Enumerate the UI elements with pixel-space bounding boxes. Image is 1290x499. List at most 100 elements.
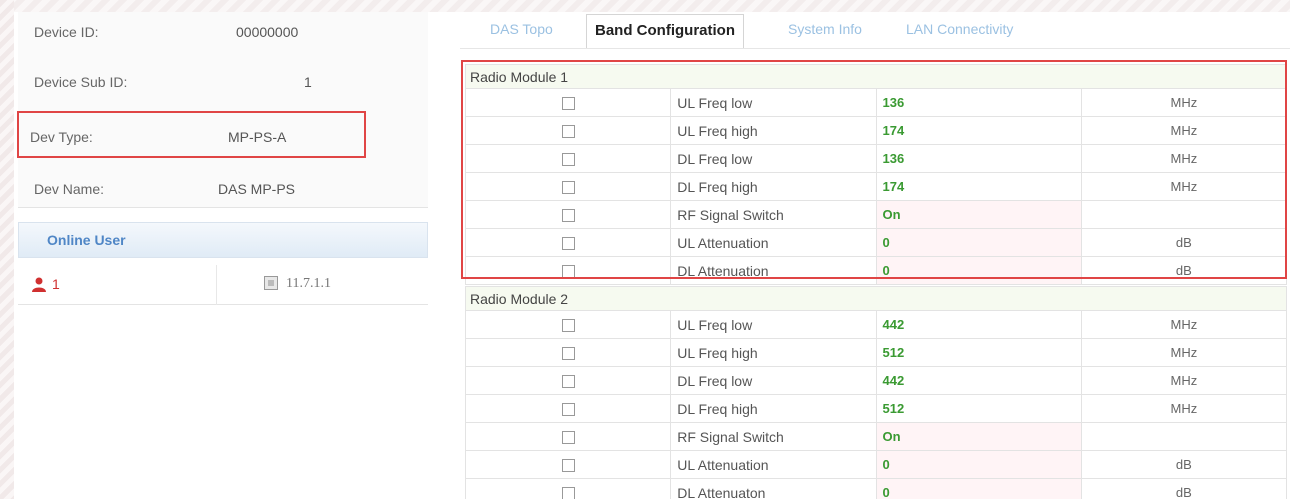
param-name: RF Signal Switch [670,422,877,451]
row-checkbox[interactable] [561,153,575,167]
param-row: UL Attenuation 0 dB [464,450,1288,479]
param-value[interactable]: 174 [875,172,1082,201]
param-name: UL Freq high [670,338,877,367]
param-value[interactable]: 136 [875,88,1082,117]
param-row: DL Attenuation 0 dB [464,256,1288,285]
device-sub-id-label: Device Sub ID: [34,74,128,90]
radio-module-1-table: Radio Module 1 UL Freq low 136 MHz UL Freq h… [464,64,1288,285]
device-id-label: Device ID: [34,24,99,40]
row-checkbox[interactable] [561,209,575,223]
param-row: RF Signal Switch On [464,200,1288,229]
param-value[interactable]: 512 [875,394,1082,423]
device-sub-id-value: 1 [304,74,312,90]
param-value[interactable]: On [875,422,1082,451]
param-name: UL Freq low [670,88,877,117]
online-user-row[interactable]: 1 11.7.1.1 [18,265,428,305]
param-row: RF Signal Switch On [464,422,1288,451]
param-value[interactable]: 442 [875,310,1082,339]
row-checkbox[interactable] [561,125,575,139]
checkbox-cell [464,172,672,201]
param-row: UL Attenuation 0 dB [464,228,1288,257]
param-name: UL Freq low [670,310,877,339]
param-unit: MHz [1080,366,1288,395]
device-sub-id-row: Device Sub ID: 1 [18,62,428,102]
param-name: DL Freq high [670,394,877,423]
dev-name-row: Dev Name: DAS MP-PS [18,169,428,209]
row-checkbox[interactable] [561,347,575,361]
row-checkbox[interactable] [561,403,575,417]
row-checkbox[interactable] [561,319,575,333]
checkbox-cell [464,228,672,257]
module-title: Radio Module 2 [465,286,1287,311]
tab-system-info[interactable]: System Info [788,14,862,48]
row-checkbox[interactable] [561,375,575,389]
param-unit: MHz [1080,310,1288,339]
tab-underline [460,48,1290,49]
param-value[interactable]: 0 [875,478,1082,499]
param-unit [1080,422,1288,451]
param-name: DL Attenuaton [670,478,877,499]
tab-band-configuration[interactable]: Band Configuration [586,14,744,48]
param-name: UL Attenuation [670,450,877,479]
param-value[interactable]: 442 [875,366,1082,395]
checkbox-cell [464,422,672,451]
online-user-ip: 11.7.1.1 [286,276,331,291]
param-value[interactable]: 0 [875,256,1082,285]
param-name: UL Attenuation [670,228,877,257]
checkbox-cell [464,116,672,145]
checkbox-cell [464,338,672,367]
row-checkbox[interactable] [561,487,575,499]
device-info-panel: Device ID: 00000000 Device Sub ID: 1 Dev… [18,12,428,208]
row-checkbox[interactable] [561,431,575,445]
param-name: DL Freq low [670,144,877,173]
module-header-row: Radio Module 1 [465,64,1287,89]
dev-name-value: DAS MP-PS [218,181,296,197]
param-value[interactable]: 512 [875,338,1082,367]
param-name: DL Freq high [670,172,877,201]
param-unit: MHz [1080,172,1288,201]
param-unit: dB [1080,450,1288,479]
online-user-header: Online User [18,222,428,258]
user-icon [32,277,46,292]
param-value[interactable]: 174 [875,116,1082,145]
row-checkbox[interactable] [561,237,575,251]
checkbox-cell [464,256,672,285]
param-unit: dB [1080,256,1288,285]
param-value[interactable]: On [875,200,1082,229]
param-value[interactable]: 136 [875,144,1082,173]
param-name: RF Signal Switch [670,200,877,229]
param-unit: MHz [1080,88,1288,117]
row-checkbox[interactable] [561,459,575,473]
param-unit: MHz [1080,116,1288,145]
tab-das-topo[interactable]: DAS Topo [490,14,553,48]
param-name: DL Attenuation [670,256,877,285]
dev-type-highlight [17,111,366,158]
param-value[interactable]: 0 [875,450,1082,479]
param-unit: MHz [1080,144,1288,173]
module-title: Radio Module 1 [465,64,1287,89]
device-id-row: Device ID: 00000000 [18,12,428,52]
online-user-count: 1 [52,276,60,292]
checkbox-cell [464,450,672,479]
param-unit: dB [1080,228,1288,257]
param-row: UL Freq low 442 MHz [464,310,1288,339]
param-name: DL Freq low [670,366,877,395]
checkbox-cell [464,366,672,395]
param-unit: MHz [1080,394,1288,423]
computer-icon [264,276,278,290]
param-row: DL Freq low 136 MHz [464,144,1288,173]
device-id-value: 00000000 [236,24,299,40]
row-checkbox[interactable] [561,97,575,111]
device-sidebar: Device ID: 00000000 Device Sub ID: 1 Dev… [0,0,440,499]
tab-lan-connectivity[interactable]: LAN Connectivity [906,14,1013,48]
row-checkbox[interactable] [561,181,575,195]
param-row: DL Attenuaton 0 dB [464,478,1288,499]
checkbox-cell [464,200,672,229]
radio-module-2-table: Radio Module 2 UL Freq low 442 MHz UL Freq h… [464,286,1288,499]
checkbox-cell [464,310,672,339]
checkbox-cell [464,144,672,173]
row-checkbox[interactable] [561,265,575,279]
divider [216,265,217,305]
param-value[interactable]: 0 [875,228,1082,257]
param-unit: dB [1080,478,1288,499]
